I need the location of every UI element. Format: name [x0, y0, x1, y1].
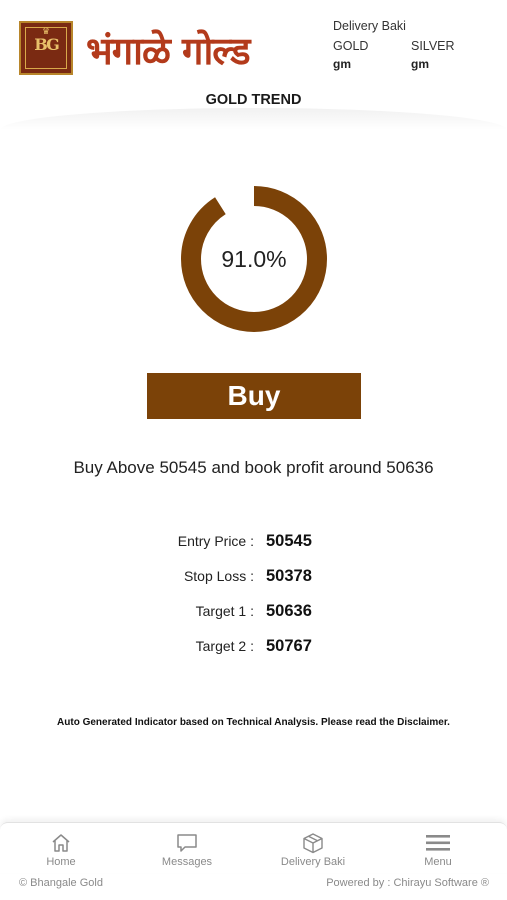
message-icon	[177, 834, 197, 852]
box-icon	[303, 833, 323, 854]
brand-name: भंगाळे गोल्ड	[86, 29, 251, 73]
gold-label: GOLD	[333, 39, 369, 53]
bg-monogram-logo: ♛ BG	[19, 21, 73, 75]
menu-icon	[426, 835, 450, 851]
target-2-label: Target 2 :	[195, 638, 254, 654]
entry-price-label: Entry Price :	[177, 533, 254, 549]
nav-menu-label: Menu	[424, 856, 452, 868]
stop-loss-label: Stop Loss :	[183, 568, 254, 584]
target-1-value: 50636	[266, 602, 312, 620]
target-2-value: 50767	[266, 637, 312, 655]
target-1-label: Target 1 :	[195, 603, 254, 619]
silver-unit: gm	[411, 57, 429, 71]
powered-by-text[interactable]: Powered by : Chirayu Software ®	[326, 877, 489, 889]
page-title: GOLD TREND	[205, 92, 302, 108]
silver-label: SILVER	[411, 39, 455, 53]
nav-messages-label: Messages	[161, 856, 213, 868]
bottom-nav: Home Messages Delivery Baki Menu	[0, 822, 507, 873]
nav-menu[interactable]: Menu	[393, 823, 483, 873]
disclaimer-text: Auto Generated Indicator based on Techni…	[57, 717, 450, 728]
delivery-baki-title: Delivery Baki	[333, 19, 406, 33]
nav-home[interactable]: Home	[16, 823, 106, 873]
home-icon	[52, 834, 70, 852]
stop-loss-value: 50378	[266, 567, 312, 585]
nav-delivery-baki-label: Delivery Baki	[280, 856, 346, 868]
nav-messages[interactable]: Messages	[142, 823, 232, 873]
trade-advice-text: Buy Above 50545 and book profit around 5…	[73, 458, 434, 477]
gauge-percent-label: 91.0%	[221, 246, 287, 272]
copyright-text: © Bhangale Gold	[19, 877, 103, 889]
gold-unit: gm	[333, 57, 351, 71]
nav-delivery-baki[interactable]: Delivery Baki	[268, 823, 358, 873]
nav-home-label: Home	[46, 856, 76, 868]
buy-signal-button[interactable]: Buy	[147, 373, 361, 419]
entry-price-value: 50545	[266, 532, 312, 550]
